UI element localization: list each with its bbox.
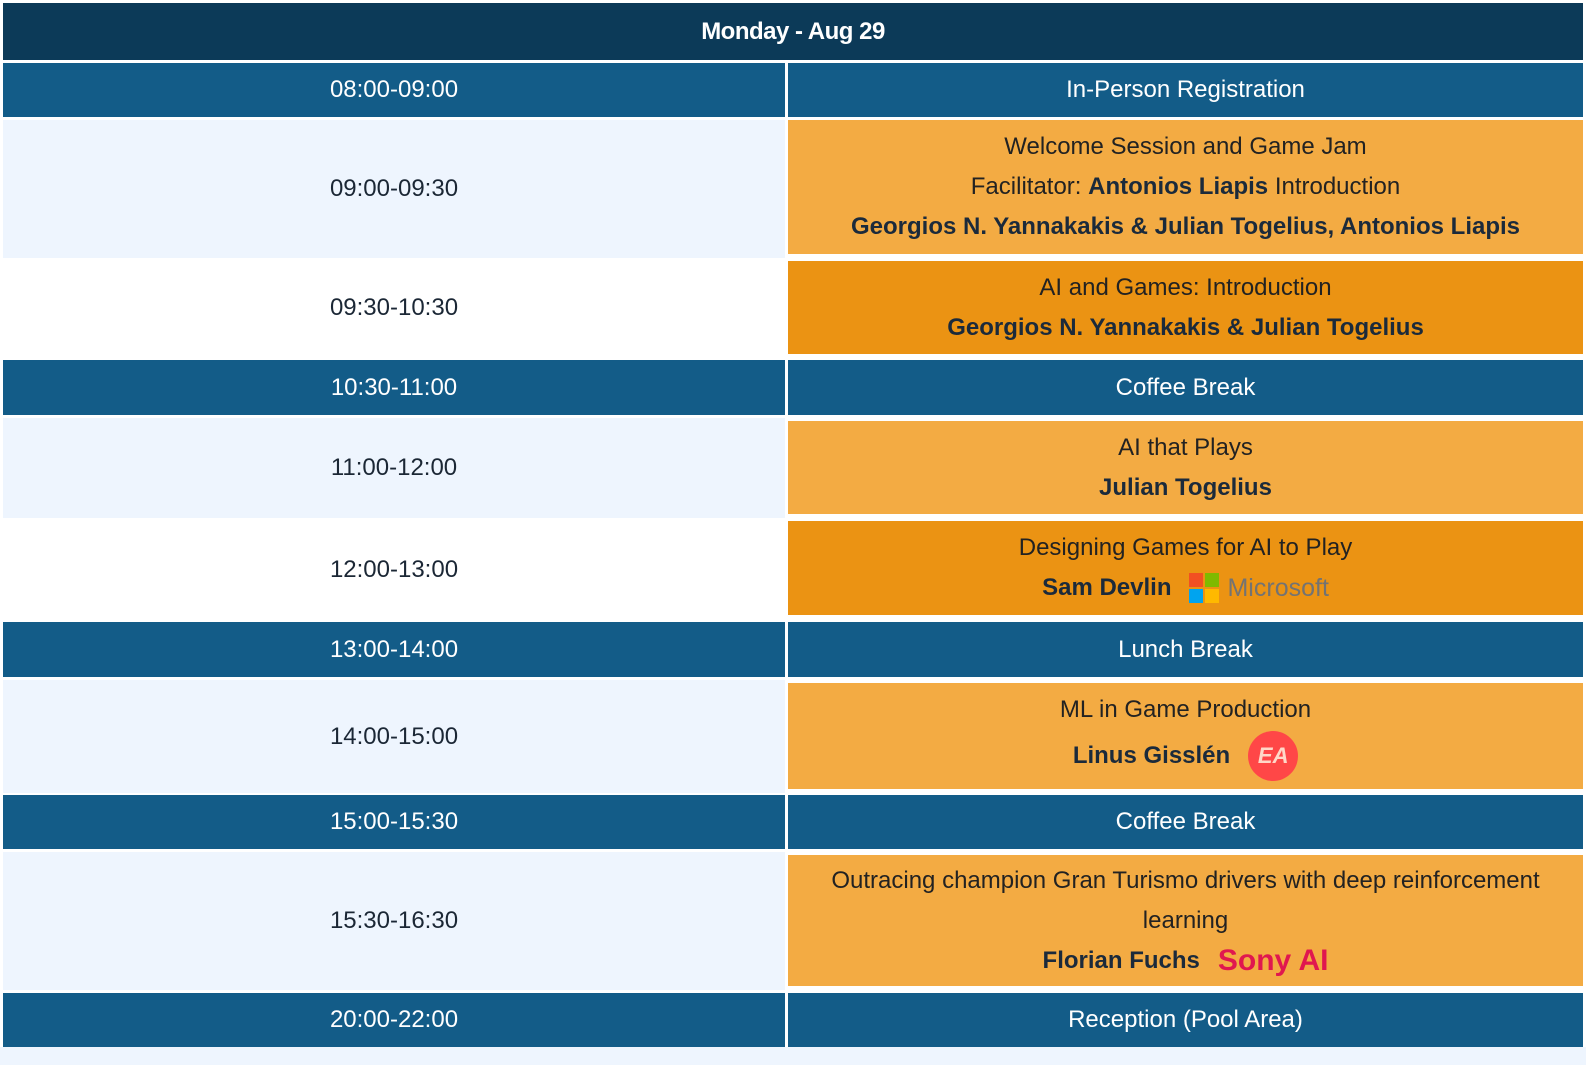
facilitator-prefix: Facilitator: <box>970 173 1082 200</box>
event-title: Outracing champion Gran Turismo drivers … <box>831 866 1540 934</box>
time-cell: 11:00-12:00 <box>3 418 785 518</box>
event-title: Welcome Session and Game Jam <box>1004 133 1367 160</box>
event-title: Designing Games for AI to Play <box>1018 534 1353 561</box>
facilitator-name: Antonios Liapis <box>1088 173 1269 200</box>
event-cell-welcome: Welcome Session and Game Jam Facilitator… <box>788 120 1583 254</box>
speaker-row: Florian Fuchs Sony AI <box>1043 941 1329 981</box>
event-title: In-Person Registration <box>1066 76 1305 103</box>
speaker-row: Linus Gisslén EA <box>1072 730 1299 782</box>
speaker-names: Julian Togelius <box>1099 473 1272 501</box>
event-title: AI that Plays <box>1118 433 1253 461</box>
speaker-row: Sam Devlin Microsoft <box>1042 568 1329 608</box>
event-cell-registration: In-Person Registration <box>788 63 1583 117</box>
speaker-names: Florian Fuchs <box>1042 946 1200 974</box>
time-cell: 20:00-22:00 <box>3 993 785 1047</box>
time-cell: 12:00-13:00 <box>3 521 785 619</box>
event-cell-lunch-break: Lunch Break <box>788 622 1583 677</box>
speaker-names: Sam Devlin <box>1042 574 1172 601</box>
event-title: Lunch Break <box>1118 635 1253 663</box>
event-title: ML in Game Production <box>1059 696 1312 723</box>
table-bottom-strip <box>0 1047 1586 1065</box>
microsoft-wordmark: Microsoft <box>1227 574 1329 602</box>
event-cell-ai-that-plays: AI that Plays Julian Togelius <box>788 421 1583 514</box>
schedule-table: Monday - Aug 29 08:00-09:00 In-Person Re… <box>3 3 1583 1062</box>
time-cell: 09:30-10:30 <box>3 261 785 354</box>
speaker-names: Georgios N. Yannakakis & Julian Togelius… <box>850 213 1521 240</box>
time-cell: 10:30-11:00 <box>3 360 785 415</box>
event-title: Reception (Pool Area) <box>1068 1006 1303 1033</box>
event-title: Coffee Break <box>1115 373 1256 401</box>
speaker-names: Georgios N. Yannakakis & Julian Togelius <box>947 313 1424 341</box>
event-cell-designing-games: Designing Games for AI to Play Sam Devli… <box>788 521 1583 615</box>
time-cell: 14:00-15:00 <box>3 680 785 793</box>
sony-ai-logo-icon: Sony AI <box>1217 943 1329 977</box>
microsoft-logo-icon: Microsoft <box>1189 568 1329 608</box>
ea-logo-icon: EA <box>1248 731 1299 781</box>
facilitator-line: Facilitator: Antonios Liapis Introductio… <box>971 167 1400 207</box>
event-title: Coffee Break <box>1115 808 1256 835</box>
time-cell: 09:00-09:30 <box>3 120 785 258</box>
day-header: Monday - Aug 29 <box>3 3 1583 60</box>
event-cell-ai-games-intro: AI and Games: Introduction Georgios N. Y… <box>788 261 1583 354</box>
event-cell-coffee-break: Coffee Break <box>788 360 1583 415</box>
event-cell-reception: Reception (Pool Area) <box>788 993 1583 1047</box>
time-cell: 15:00-15:30 <box>3 795 785 849</box>
event-cell-ml-game-production: ML in Game Production Linus Gisslén EA <box>788 683 1583 789</box>
speaker-names: Linus Gisslén <box>1072 742 1231 769</box>
microsoft-windows-icon <box>1189 573 1220 603</box>
time-cell: 15:30-16:30 <box>3 852 785 990</box>
time-cell: 13:00-14:00 <box>3 622 785 677</box>
event-title: AI and Games: Introduction <box>1039 273 1332 301</box>
event-cell-gran-turismo: Outracing champion Gran Turismo drivers … <box>788 855 1583 986</box>
time-cell: 08:00-09:00 <box>3 63 785 117</box>
event-cell-coffee-break: Coffee Break <box>788 795 1583 849</box>
facilitator-suffix: Introduction <box>1274 173 1401 200</box>
